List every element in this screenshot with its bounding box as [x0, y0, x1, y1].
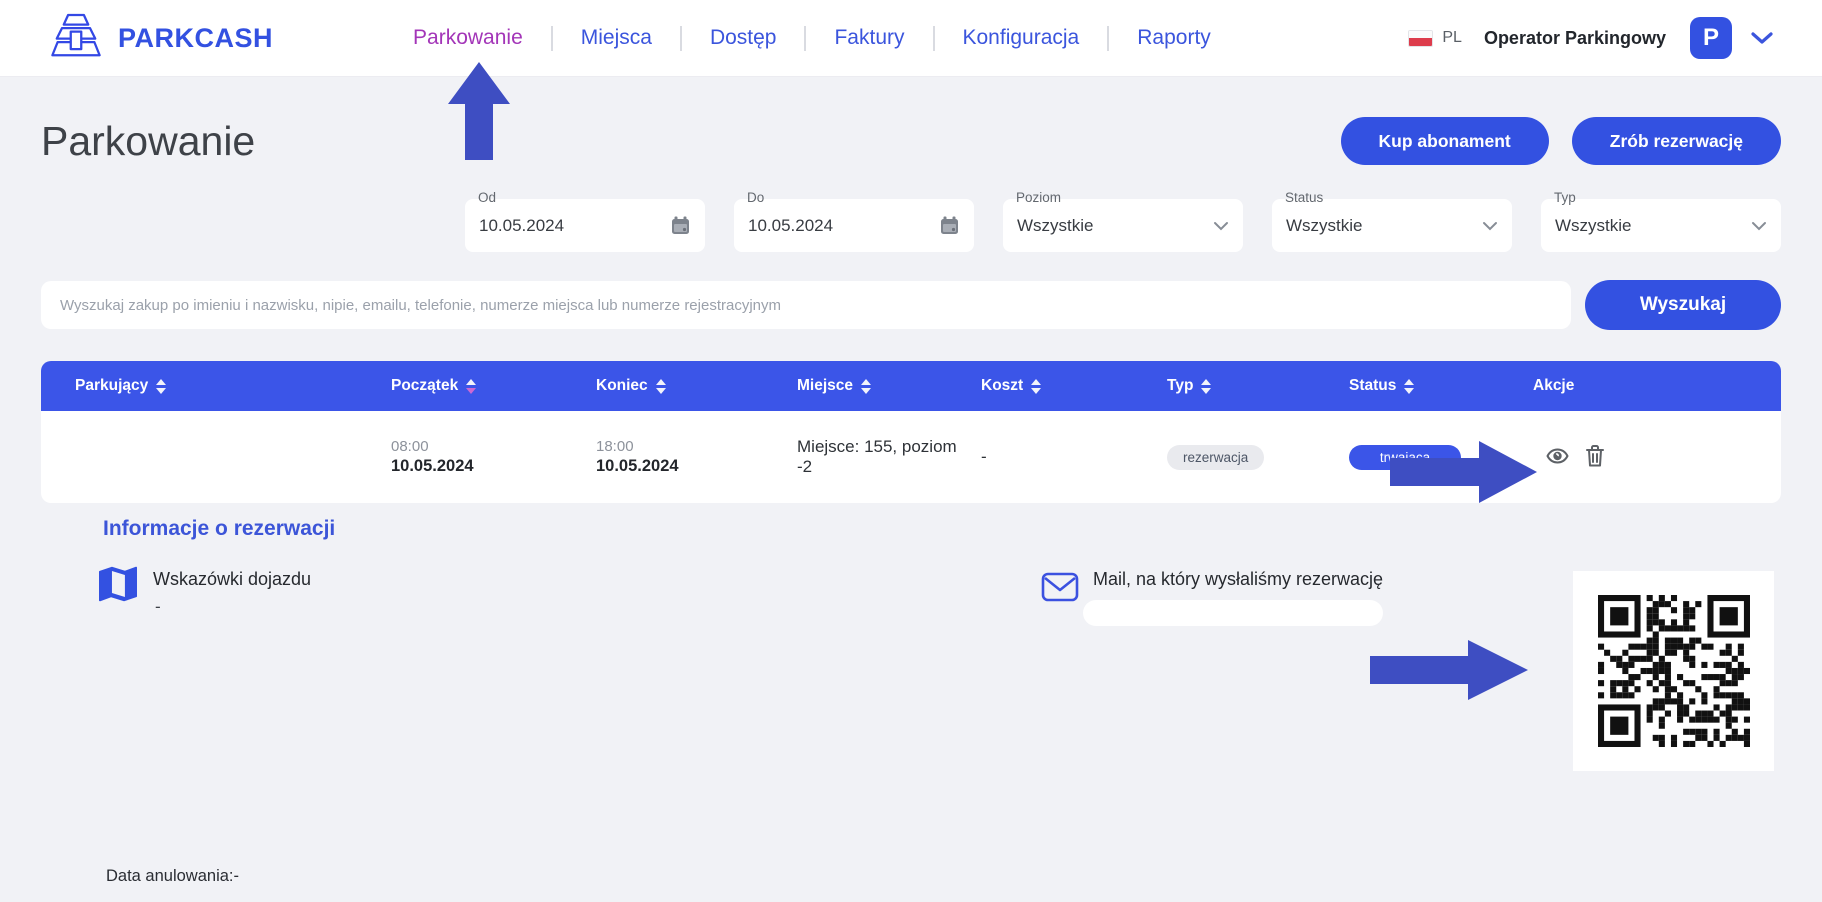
level-select[interactable]: Poziom Wszystkie: [1003, 199, 1243, 252]
status-label: Status: [1285, 190, 1323, 205]
nav-miejsca[interactable]: Miejsca: [553, 26, 680, 50]
title-actions: Kup abonament Zrób rezerwację: [1341, 117, 1781, 165]
cell-parkujacy: [41, 411, 381, 503]
type-value: Wszystkie: [1555, 216, 1751, 236]
eye-icon: [1544, 444, 1571, 471]
column-akcje: Akcje: [1523, 361, 1781, 411]
level-value: Wszystkie: [1017, 216, 1213, 236]
page-title: Parkowanie: [41, 118, 255, 165]
sort-icon: [1201, 379, 1211, 394]
table-header: Parkujący Początek Koniec Miejsce Koszt: [41, 361, 1781, 411]
nav-konfiguracja[interactable]: Konfiguracja: [935, 26, 1108, 50]
user-area: PL Operator Parkingowy P: [1408, 17, 1774, 59]
cell-typ: rezerwacja: [1157, 411, 1339, 503]
column-parkujacy[interactable]: Parkujący: [41, 361, 381, 411]
status-value: Wszystkie: [1286, 216, 1482, 236]
delete-button[interactable]: [1584, 444, 1606, 471]
chevron-down-icon: [1751, 221, 1767, 231]
directions-value: -: [155, 597, 161, 617]
chevron-down-icon: [1213, 221, 1229, 231]
cell-koszt: -: [971, 411, 1157, 503]
view-button[interactable]: [1544, 444, 1571, 471]
search-input[interactable]: [41, 281, 1571, 329]
nav-parkowanie[interactable]: Parkowanie: [385, 26, 551, 50]
parkcash-logo-icon: [48, 11, 104, 66]
column-koszt[interactable]: Koszt: [971, 361, 1157, 411]
date-from-input[interactable]: [479, 216, 670, 236]
calendar-icon[interactable]: [670, 215, 691, 236]
search-button[interactable]: Wyszukaj: [1585, 280, 1781, 330]
nav-faktury[interactable]: Faktury: [806, 26, 932, 50]
map-icon: [97, 565, 139, 608]
end-date: 10.05.2024: [596, 457, 679, 476]
date-from-field[interactable]: Od: [465, 199, 705, 252]
brand[interactable]: PARKCASH: [48, 11, 273, 66]
end-time: 18:00: [596, 438, 679, 455]
calendar-icon[interactable]: [939, 215, 960, 236]
type-badge: rezerwacja: [1167, 445, 1264, 470]
date-to-label: Do: [747, 190, 764, 205]
parking-table: Parkujący Początek Koniec Miejsce Koszt: [41, 361, 1781, 503]
buy-subscription-button[interactable]: Kup abonament: [1341, 117, 1549, 165]
column-koniec[interactable]: Koniec: [586, 361, 787, 411]
level-label: Poziom: [1016, 190, 1061, 205]
cancellation-date: Data anulowania:-: [106, 867, 239, 886]
cell-akcje: [1523, 411, 1781, 503]
start-date: 10.05.2024: [391, 457, 474, 476]
status-badge: trwająca: [1349, 445, 1461, 470]
type-label: Typ: [1554, 190, 1576, 205]
date-from-label: Od: [478, 190, 496, 205]
column-poczatek[interactable]: Początek: [381, 361, 586, 411]
nav-raporty[interactable]: Raporty: [1109, 26, 1239, 50]
sort-icon: [1031, 379, 1041, 394]
sort-icon: [1404, 379, 1414, 394]
date-to-field[interactable]: Do: [734, 199, 974, 252]
chevron-down-icon: [1482, 221, 1498, 231]
cell-koniec: 18:00 10.05.2024: [586, 411, 787, 503]
reservation-details: Informacje o rezerwacji Wskazówki dojazd…: [41, 503, 1781, 902]
main-content: Parkowanie Kup abonament Zrób rezerwację…: [0, 117, 1822, 902]
poland-flag-icon[interactable]: [1408, 30, 1433, 47]
reservation-mail-label: Mail, na który wysłaliśmy rezerwację: [1093, 569, 1383, 590]
language-label[interactable]: PL: [1442, 29, 1462, 47]
user-name: Operator Parkingowy: [1484, 28, 1666, 49]
cell-miejsce: Miejsce: 155, poziom -2: [787, 411, 971, 503]
type-select[interactable]: Typ Wszystkie: [1541, 199, 1781, 252]
table-row[interactable]: 08:00 10.05.2024 18:00 10.05.2024 Miejsc…: [41, 411, 1781, 503]
brand-name: PARKCASH: [118, 23, 273, 54]
sort-icon-active: [466, 379, 476, 394]
cell-poczatek: 08:00 10.05.2024: [381, 411, 586, 503]
search-row: Wyszukaj: [41, 280, 1781, 330]
column-status[interactable]: Status: [1339, 361, 1523, 411]
column-miejsce[interactable]: Miejsce: [787, 361, 971, 411]
nav-dostep[interactable]: Dostęp: [682, 26, 805, 50]
directions-label: Wskazówki dojazdu: [153, 569, 311, 590]
avatar[interactable]: P: [1690, 17, 1732, 59]
column-typ[interactable]: Typ: [1157, 361, 1339, 411]
envelope-icon: [1041, 571, 1079, 608]
details-heading: Informacje o rezerwacji: [103, 517, 335, 541]
qr-code: [1573, 571, 1774, 771]
start-time: 08:00: [391, 438, 474, 455]
cell-status: trwająca: [1339, 411, 1523, 503]
top-bar: PARKCASH Parkowanie Miejsca Dostęp Faktu…: [0, 0, 1822, 77]
make-reservation-button[interactable]: Zrób rezerwację: [1572, 117, 1781, 165]
chevron-down-icon[interactable]: [1750, 30, 1774, 46]
date-to-input[interactable]: [748, 216, 939, 236]
sort-icon: [156, 379, 166, 394]
trash-icon: [1584, 444, 1606, 471]
filter-bar: Od Do Poziom Wszystkie: [41, 199, 1781, 252]
sort-icon: [656, 379, 666, 394]
main-nav: Parkowanie Miejsca Dostęp Faktury Konfig…: [385, 26, 1239, 51]
status-select[interactable]: Status Wszystkie: [1272, 199, 1512, 252]
sort-icon: [861, 379, 871, 394]
parkcash-app: PARKCASH Parkowanie Miejsca Dostęp Faktu…: [0, 0, 1822, 902]
redacted-email-pill: [1083, 600, 1383, 626]
